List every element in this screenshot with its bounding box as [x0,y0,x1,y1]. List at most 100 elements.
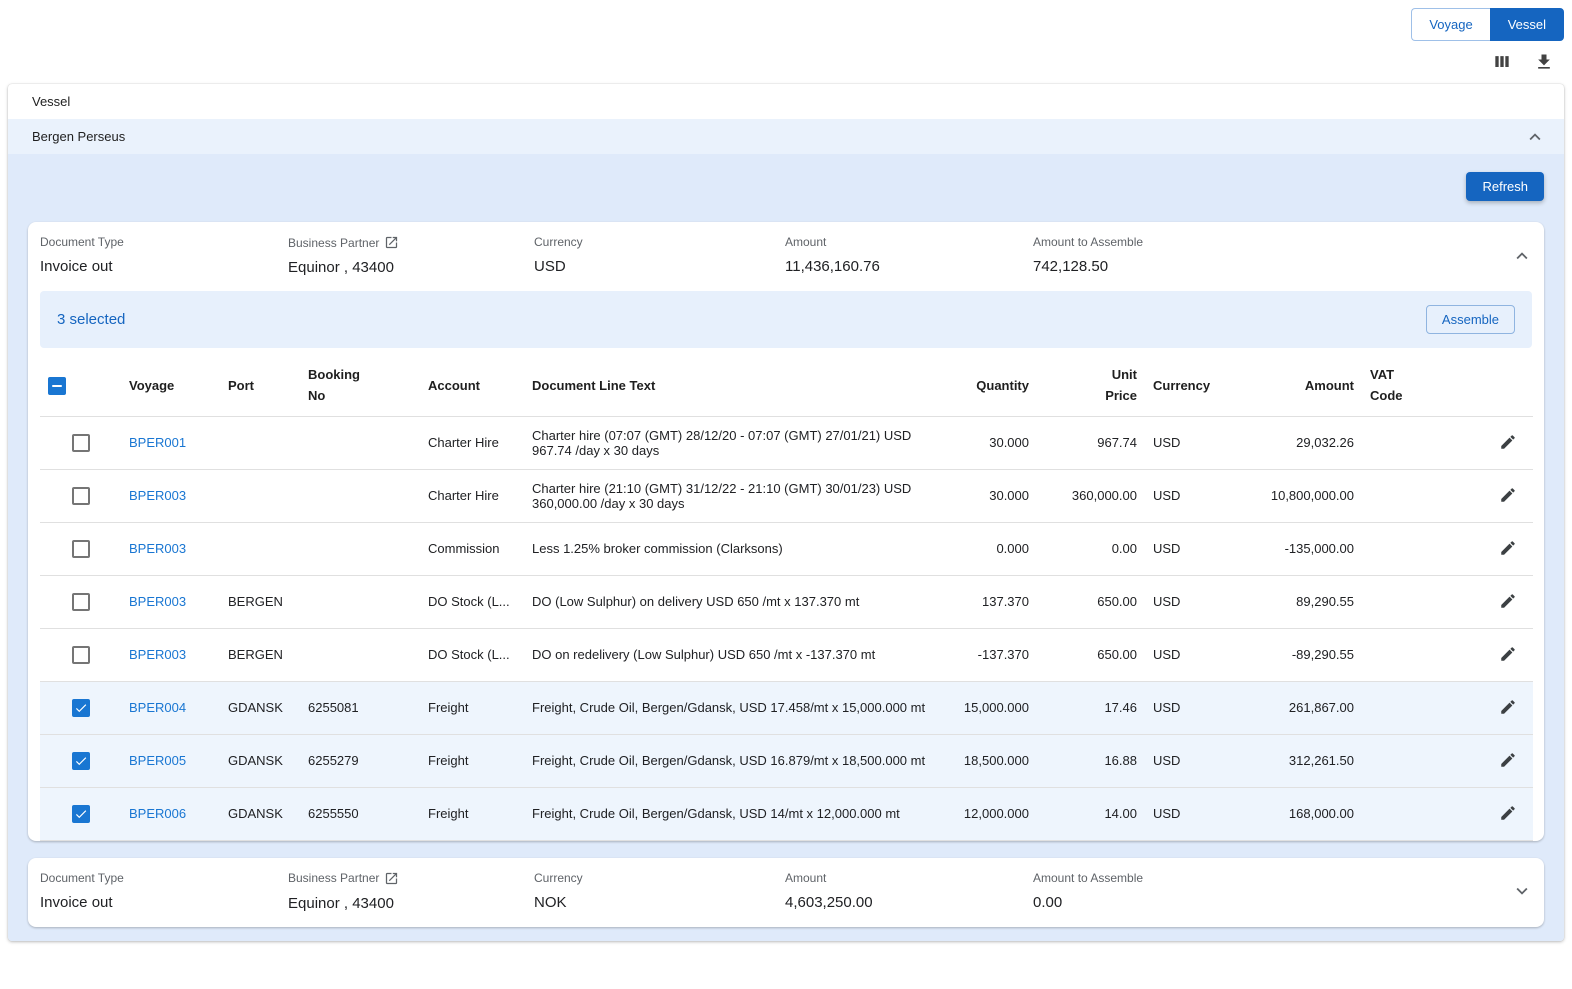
edit-icon[interactable] [1497,484,1519,506]
columns-icon[interactable] [1490,50,1514,74]
port-cell [220,522,300,575]
line-text-cell: Charter hire (21:10 (GMT) 31/12/22 - 21:… [524,469,947,522]
line-text-cell: DO on redelivery (Low Sulphur) USD 650 /… [524,628,947,681]
voyage-toggle-button[interactable]: Voyage [1411,8,1489,41]
assemble-button[interactable]: Assemble [1426,305,1515,334]
currency-value: USD [534,258,785,275]
quantity-cell: 12,000.000 [947,787,1037,840]
download-icon[interactable] [1532,50,1556,74]
unit-price-cell: 650.00 [1037,575,1145,628]
currency-label: Currency [534,871,785,885]
line-text-cell: Freight, Crude Oil, Bergen/Gdansk, USD 1… [524,787,947,840]
amount-cell: 168,000.00 [1241,787,1362,840]
business-partner-label: Business Partner [288,236,379,250]
vat-code-cell [1362,469,1449,522]
header-voyage: Voyage [121,356,220,416]
row-checkbox[interactable] [72,646,90,664]
document-type-label: Document Type [40,235,288,249]
voyage-link[interactable]: BPER003 [129,541,186,556]
select-all-checkbox[interactable] [48,377,66,395]
unit-price-cell: 14.00 [1037,787,1145,840]
refresh-button[interactable]: Refresh [1466,172,1544,201]
edit-icon[interactable] [1497,802,1519,824]
unit-price-cell: 16.88 [1037,734,1145,787]
row-checkbox[interactable] [72,805,90,823]
amount-field: Amount 11,436,160.76 [785,235,1033,275]
voyage-link[interactable]: BPER003 [129,488,186,503]
voyage-link[interactable]: BPER003 [129,594,186,609]
amount-to-assemble-label: Amount to Assemble [1033,235,1500,249]
currency-cell: USD [1145,681,1241,734]
port-cell: GDANSK [220,681,300,734]
unit-price-cell: 17.46 [1037,681,1145,734]
port-cell [220,469,300,522]
open-in-new-icon[interactable] [384,235,399,250]
view-toggle-group: Voyage Vessel [1411,8,1564,41]
port-cell: GDANSK [220,787,300,840]
selection-count: 3 selected [57,311,125,328]
voyage-link[interactable]: BPER003 [129,647,186,662]
row-checkbox[interactable] [72,699,90,717]
edit-icon[interactable] [1497,643,1519,665]
unit-price-cell: 967.74 [1037,416,1145,469]
currency-field: Currency NOK [534,871,785,911]
edit-icon[interactable] [1497,696,1519,718]
booking-no-cell: 6255279 [300,734,420,787]
row-checkbox[interactable] [72,593,90,611]
voyage-link[interactable]: BPER005 [129,753,186,768]
amount-label: Amount [785,235,1033,249]
booking-no-cell: 6255550 [300,787,420,840]
document-card-nok: Document Type Invoice out Business Partn… [28,858,1544,927]
amount-to-assemble-field: Amount to Assemble 742,128.50 [1033,235,1500,275]
accordion-header-bergen-perseus[interactable]: Bergen Perseus [8,119,1564,154]
row-checkbox[interactable] [72,752,90,770]
edit-icon[interactable] [1497,749,1519,771]
open-in-new-icon[interactable] [384,871,399,886]
business-partner-field: Business Partner Equinor , 43400 [288,235,534,276]
collapse-chevron-icon[interactable] [1507,241,1537,271]
amount-cell: 89,290.55 [1241,575,1362,628]
amount-to-assemble-value: 742,128.50 [1033,258,1500,275]
vat-code-cell [1362,787,1449,840]
voyage-link[interactable]: BPER006 [129,806,186,821]
accordion-title: Bergen Perseus [32,129,125,144]
line-text-cell: Less 1.25% broker commission (Clarksons) [524,522,947,575]
booking-no-cell [300,575,420,628]
edit-icon[interactable] [1497,431,1519,453]
row-checkbox[interactable] [72,540,90,558]
voyage-link[interactable]: BPER001 [129,435,186,450]
vessel-toggle-button[interactable]: Vessel [1490,8,1564,41]
document-type-field: Document Type Invoice out [40,871,288,911]
amount-cell: 29,032.26 [1241,416,1362,469]
row-checkbox[interactable] [72,487,90,505]
table-actions [1490,50,1556,74]
vat-code-cell [1362,628,1449,681]
chevron-up-icon[interactable] [1524,126,1546,148]
currency-value: NOK [534,894,785,911]
header-document-line-text: Document Line Text [524,356,947,416]
unit-price-cell: 360,000.00 [1037,469,1145,522]
currency-cell: USD [1145,734,1241,787]
expand-chevron-icon[interactable] [1507,876,1537,906]
port-cell: BERGEN [220,628,300,681]
edit-icon[interactable] [1497,537,1519,559]
voyage-link[interactable]: BPER004 [129,700,186,715]
edit-icon[interactable] [1497,590,1519,612]
amount-cell: -89,290.55 [1241,628,1362,681]
currency-cell: USD [1145,416,1241,469]
line-text-cell: Freight, Crude Oil, Bergen/Gdansk, USD 1… [524,681,947,734]
port-cell: GDANSK [220,734,300,787]
quantity-cell: 137.370 [947,575,1037,628]
booking-no-cell [300,522,420,575]
quantity-cell: 18,500.000 [947,734,1037,787]
document-type-field: Document Type Invoice out [40,235,288,275]
amount-to-assemble-field: Amount to Assemble 0.00 [1033,871,1500,911]
currency-cell: USD [1145,787,1241,840]
vessel-card: Vessel Bergen Perseus Refresh Document T… [8,84,1564,941]
quantity-cell: 15,000.000 [947,681,1037,734]
row-checkbox[interactable] [72,434,90,452]
quantity-cell: 30.000 [947,469,1037,522]
header-booking-no: Booking No [300,356,420,416]
currency-cell: USD [1145,575,1241,628]
document-summary: Document Type Invoice out Business Partn… [28,222,1544,291]
